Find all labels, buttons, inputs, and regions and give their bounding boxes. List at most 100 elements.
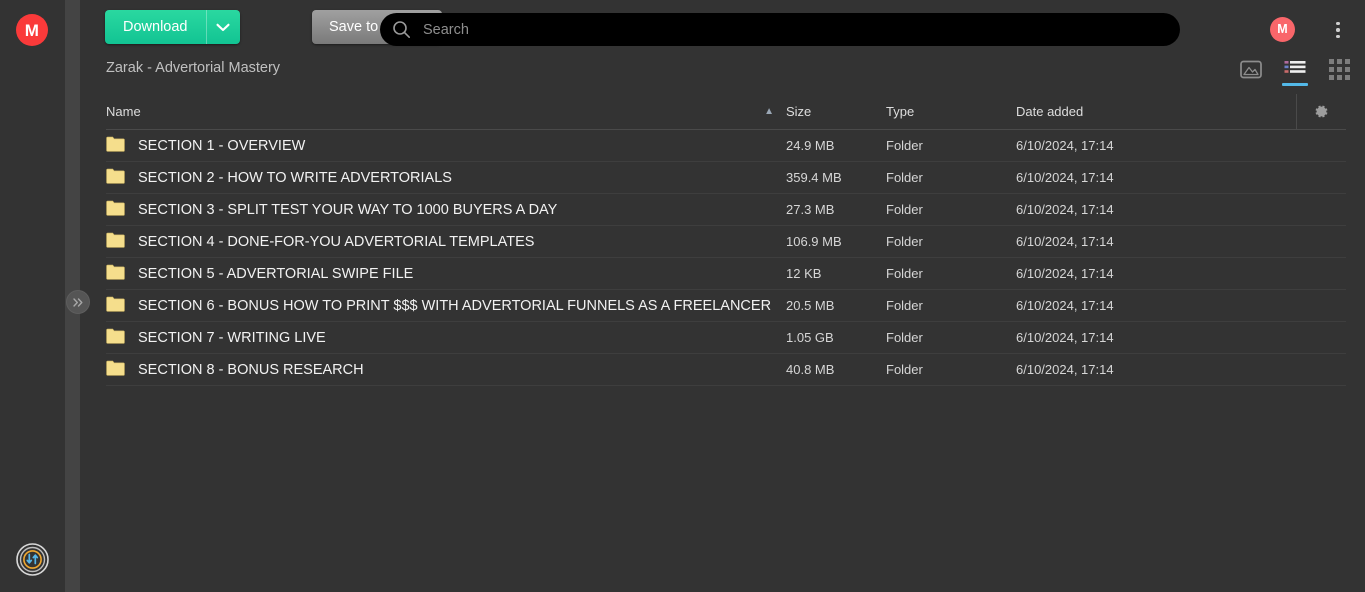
cell-name[interactable]: SECTION 5 - ADVERTORIAL SWIPE FILE [106,264,786,284]
sidebar-collapse-handle[interactable] [66,290,90,314]
list-view-icon[interactable] [1282,54,1308,86]
kebab-menu-icon[interactable] [1328,18,1348,42]
view-toggle-group [1238,54,1352,86]
cell-name[interactable]: SECTION 7 - WRITING LIVE [106,328,786,348]
transfer-arrows-icon[interactable] [16,543,49,576]
top-bar: Download Save to MEGA M [80,0,1365,58]
table-body: SECTION 1 - OVERVIEW 24.9 MB Folder 6/10/20… [106,130,1346,386]
cell-name[interactable]: SECTION 3 - SPLIT TEST YOUR WAY TO 1000 … [106,200,786,220]
kebab-dot [1336,28,1340,32]
folder-icon [106,232,125,248]
table-row[interactable]: SECTION 3 - SPLIT TEST YOUR WAY TO 1000 … [106,194,1346,226]
chevron-double-right-icon [72,297,82,307]
column-header-type[interactable]: Type [886,104,1016,119]
column-header-name-label: Name [106,104,141,119]
folder-icon [106,360,125,380]
table-row[interactable]: SECTION 8 - BONUS RESEARCH 40.8 MB Folder 6… [106,354,1346,386]
folder-icon [106,200,125,220]
cell-type: Folder [886,170,923,185]
file-name-label: SECTION 8 - BONUS RESEARCH [138,361,364,378]
folder-icon [106,200,125,216]
folder-icon [106,296,125,316]
cell-type: Folder [886,202,923,217]
table-row[interactable]: SECTION 2 - HOW TO WRITE ADVERTORIALS 359… [106,162,1346,194]
folder-icon [106,232,125,252]
cell-date-added: 6/10/2024, 17:14 [1016,298,1114,313]
cell-size: 27.3 MB [786,202,835,217]
breadcrumb-row: Zarak - Advertorial Mastery [80,58,1365,94]
file-name-label: SECTION 6 - BONUS HOW TO PRINT $$$ WITH … [138,297,772,314]
folder-icon [106,136,125,156]
kebab-dot [1336,34,1340,39]
folder-icon [106,296,125,312]
download-button[interactable]: Download [105,10,206,44]
cell-type: Folder [886,362,923,377]
cell-size: 359.4 MB [786,170,842,185]
cell-type: Folder [886,330,923,345]
table-row[interactable]: SECTION 7 - WRITING LIVE 1.05 GB Folder 6/1… [106,322,1346,354]
file-name-label: SECTION 5 - ADVERTORIAL SWIPE FILE [138,265,414,282]
cell-date-added: 6/10/2024, 17:14 [1016,202,1114,217]
file-name-label: SECTION 1 - OVERVIEW [138,137,306,154]
table-row[interactable]: SECTION 6 - BONUS HOW TO PRINT $$$ WITH … [106,290,1346,322]
cell-type: Folder [886,234,923,249]
cell-date-added: 6/10/2024, 17:14 [1016,234,1114,249]
left-rail: M [0,0,65,592]
mega-file-browser: M Download Save to MEGA Search M Zarak -… [0,0,1365,592]
cell-name[interactable]: SECTION 6 - BONUS HOW TO PRINT $$$ WITH … [106,296,786,316]
mega-logo-letter: M [24,20,40,40]
folder-icon [106,328,125,348]
search-icon [393,21,410,38]
cell-type: Folder [886,138,923,153]
cell-size: 1.05 GB [786,330,834,345]
table-row[interactable]: SECTION 5 - ADVERTORIAL SWIPE FILE 12 KB F… [106,258,1346,290]
download-options-button[interactable] [205,10,240,44]
file-name-label: SECTION 2 - HOW TO WRITE ADVERTORIALS [138,169,452,186]
folder-icon [106,168,125,188]
grid-view-icon[interactable] [1326,54,1352,84]
file-table: Name ▲ Size Type Date added SECTION 1 - … [106,94,1346,386]
cell-date-added: 6/10/2024, 17:14 [1016,170,1114,185]
column-settings-button[interactable] [1296,94,1346,129]
kebab-dot [1336,21,1340,26]
folder-icon [106,328,125,344]
avatar[interactable]: M [1270,17,1295,42]
folder-icon [106,264,125,280]
table-header-row: Name ▲ Size Type Date added [106,94,1346,130]
breadcrumb[interactable]: Zarak - Advertorial Mastery [106,60,280,76]
cell-name[interactable]: SECTION 4 - DONE-FOR-YOU ADVERTORIAL TEM… [106,232,786,252]
mega-logo[interactable]: M [16,14,48,46]
cell-size: 12 KB [786,266,822,281]
main-panel: Download Save to MEGA M [80,0,1365,592]
search-input[interactable] [423,21,1153,38]
cell-date-added: 6/10/2024, 17:14 [1016,330,1114,345]
folder-icon [106,360,125,376]
cell-type: Folder [886,266,923,281]
folder-icon [106,168,125,184]
cell-size: 106.9 MB [786,234,842,249]
cell-date-added: 6/10/2024, 17:14 [1016,138,1114,153]
cell-date-added: 6/10/2024, 17:14 [1016,266,1114,281]
cell-size: 24.9 MB [786,138,835,153]
cell-type: Folder [886,298,923,313]
cell-size: 40.8 MB [786,362,835,377]
table-row[interactable]: SECTION 1 - OVERVIEW 24.9 MB Folder 6/10/20… [106,130,1346,162]
file-name-label: SECTION 4 - DONE-FOR-YOU ADVERTORIAL TEM… [138,233,535,250]
cell-size: 20.5 MB [786,298,835,313]
gear-icon [1315,105,1328,118]
avatar-letter: M [1277,22,1288,37]
cell-date-added: 6/10/2024, 17:14 [1016,362,1114,377]
folder-icon [106,136,125,152]
list-view-active-indicator [1282,83,1308,86]
table-row[interactable]: SECTION 4 - DONE-FOR-YOU ADVERTORIAL TEM… [106,226,1346,258]
column-header-date-added[interactable]: Date added [1016,104,1296,119]
cell-name[interactable]: SECTION 2 - HOW TO WRITE ADVERTORIALS [106,168,786,188]
column-header-size[interactable]: Size [786,104,886,119]
image-view-icon[interactable] [1238,54,1264,84]
file-name-label: SECTION 3 - SPLIT TEST YOUR WAY TO 1000 … [138,201,558,218]
folder-icon [106,264,125,284]
cell-name[interactable]: SECTION 1 - OVERVIEW [106,136,786,156]
column-header-name[interactable]: Name ▲ [106,104,786,119]
cell-name[interactable]: SECTION 8 - BONUS RESEARCH [106,360,786,380]
search-bar[interactable] [380,13,1180,46]
